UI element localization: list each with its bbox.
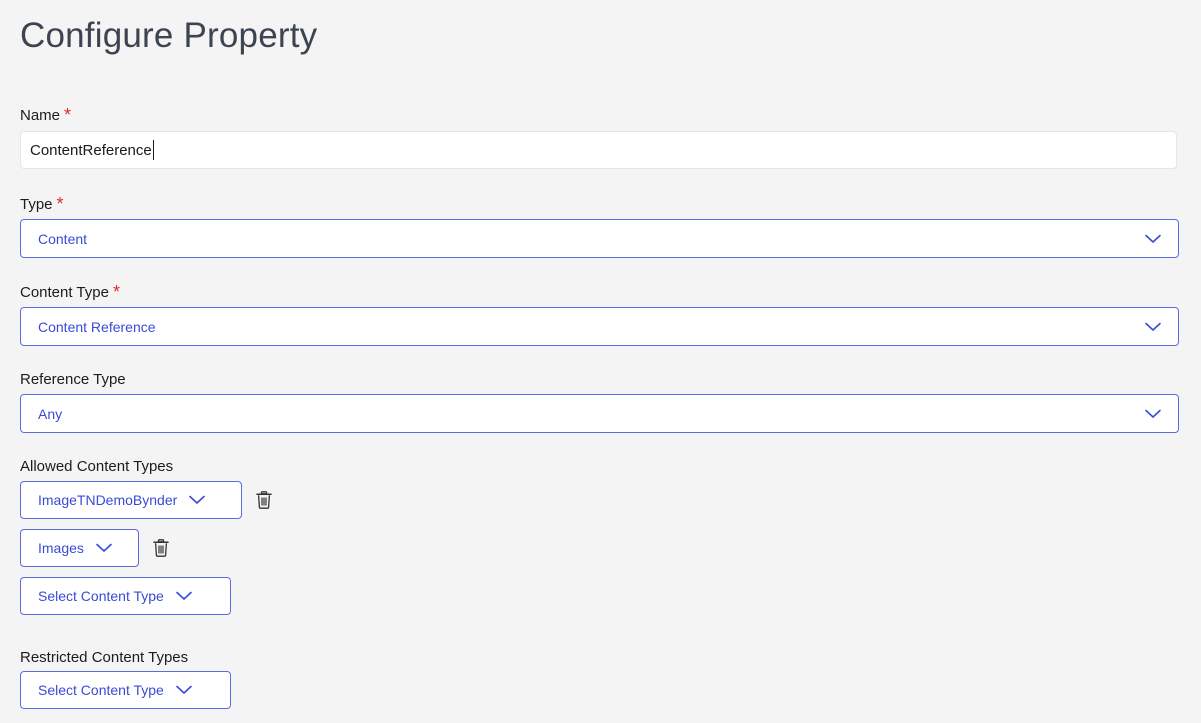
allowed-content-types-label: Allowed Content Types (20, 458, 173, 475)
allowed-content-type-value: Images (38, 540, 84, 556)
reference-type-label: Reference Type (20, 371, 126, 388)
select-content-type-placeholder: Select Content Type (38, 588, 164, 604)
reference-type-label-text: Reference Type (20, 371, 126, 388)
configure-property-page: Configure Property Name * ContentReferenc… (0, 0, 1201, 723)
content-type-label: Content Type * (20, 281, 120, 302)
chevron-down-icon (176, 591, 192, 601)
add-restricted-content-type-select[interactable]: Select Content Type (20, 671, 231, 709)
type-label: Type * (20, 193, 64, 214)
name-label-text: Name (20, 107, 61, 124)
name-label: Name * (20, 104, 71, 125)
reference-type-select-value: Any (38, 405, 63, 422)
chevron-down-icon (176, 685, 192, 695)
allowed-content-types-label-text: Allowed Content Types (20, 458, 174, 475)
chevron-down-icon (1145, 234, 1161, 244)
chevron-down-icon (189, 495, 206, 505)
required-marker: * (56, 194, 64, 214)
required-marker: * (112, 282, 120, 302)
name-input[interactable]: ContentReference (20, 131, 1177, 169)
required-marker: * (64, 105, 72, 125)
chevron-down-icon (1145, 322, 1161, 332)
type-select-value: Content (38, 230, 88, 247)
text-cursor (152, 140, 154, 160)
allowed-content-type-value: ImageTNDemoBynder (38, 492, 178, 508)
content-type-label-text: Content Type (20, 284, 109, 301)
type-label-text: Type (20, 196, 53, 213)
allowed-content-type-select[interactable]: Images (20, 529, 139, 567)
page-title: Configure Property (20, 16, 318, 55)
allowed-content-type-select[interactable]: ImageTNDemoBynder (20, 481, 242, 519)
add-allowed-content-type-select[interactable]: Select Content Type (20, 577, 231, 615)
reference-type-select[interactable]: Any (20, 394, 1179, 433)
content-type-select-value: Content Reference (38, 318, 156, 335)
chevron-down-icon (96, 543, 112, 553)
content-type-select[interactable]: Content Reference (20, 307, 1179, 346)
trash-icon[interactable] (256, 491, 272, 509)
restricted-content-types-label: Restricted Content Types (20, 649, 188, 666)
type-select[interactable]: Content (20, 219, 1179, 258)
name-input-value: ContentReference (30, 141, 152, 159)
chevron-down-icon (1145, 409, 1161, 419)
trash-icon[interactable] (153, 539, 169, 557)
select-content-type-placeholder: Select Content Type (38, 682, 164, 698)
restricted-content-types-label-text: Restricted Content Types (20, 649, 189, 666)
